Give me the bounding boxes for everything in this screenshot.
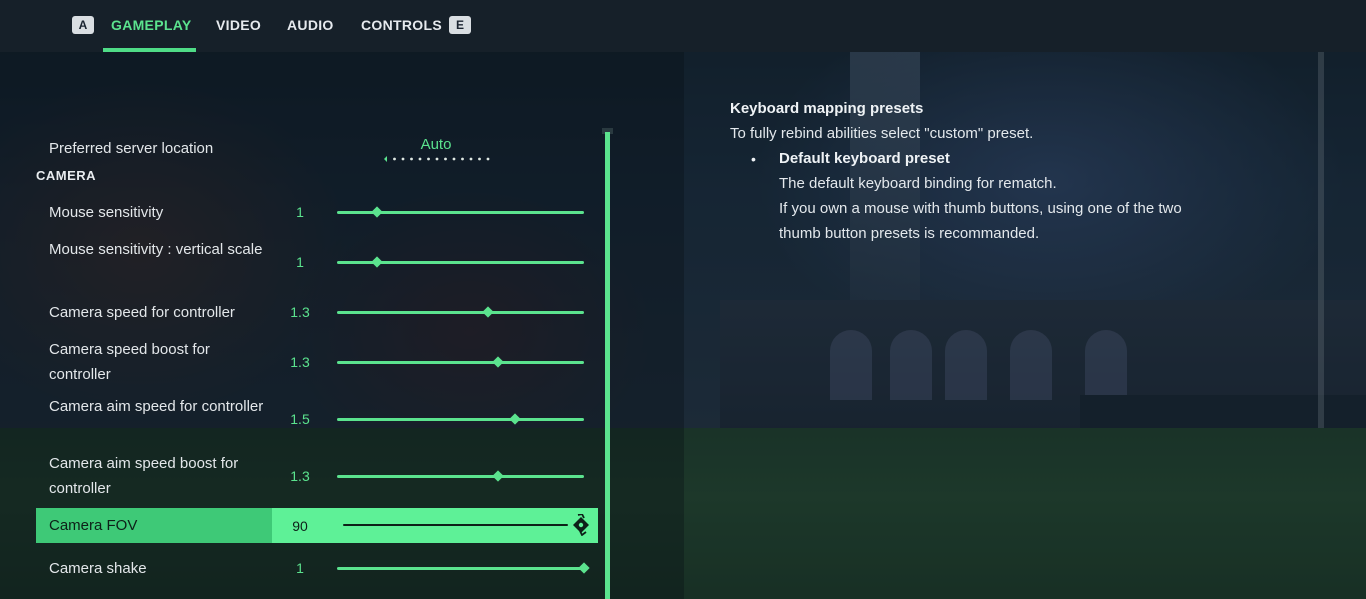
setting-label-camera-fov: Camera FOV xyxy=(49,517,138,534)
option-dot xyxy=(461,157,464,161)
option-dot xyxy=(435,157,439,161)
option-dot xyxy=(478,157,481,161)
setting-value-camera-speed-controller: 1.3 xyxy=(290,304,310,320)
description-text: To fully rebind abilities select "custom… xyxy=(730,125,1034,142)
option-dot xyxy=(427,157,430,161)
slider-grab-handle-icon[interactable] xyxy=(570,514,594,536)
slider-camera-speed-boost[interactable] xyxy=(337,361,584,364)
option-dot xyxy=(469,157,473,161)
description-title: Keyboard mapping presets xyxy=(730,100,924,117)
slider-camera-fov[interactable] xyxy=(343,524,568,526)
previous-tab-key-hint[interactable]: A xyxy=(72,16,94,34)
tab-controls[interactable]: CONTROLS xyxy=(361,17,442,33)
description-preset-line: If you own a mouse with thumb buttons, u… xyxy=(779,200,1182,217)
slider-camera-aim-speed[interactable] xyxy=(337,418,584,421)
setting-label-camera-speed-boost: Camera speed boost for controller xyxy=(49,341,210,383)
setting-value-mouse-sensitivity: 1 xyxy=(296,204,304,220)
setting-value-camera-speed-boost: 1.3 xyxy=(290,354,310,370)
server-location-value[interactable]: Auto xyxy=(400,136,472,153)
slider-camera-shake[interactable] xyxy=(337,567,584,570)
setting-label-camera-speed-controller: Camera speed for controller xyxy=(49,304,235,321)
setting-label-mouse-sensitivity: Mouse sensitivity xyxy=(49,204,164,221)
bullet-point-icon: • xyxy=(751,151,756,167)
setting-value-camera-aim-speed: 1.5 xyxy=(290,411,310,427)
section-title-camera: CAMERA xyxy=(36,168,97,183)
tab-gameplay[interactable]: GAMEPLAY xyxy=(111,17,191,33)
option-dot xyxy=(393,157,396,161)
setting-label-camera-aim-speed: Camera aim speed for controller xyxy=(49,398,264,415)
slider-camera-aim-speed-boost[interactable] xyxy=(337,475,584,478)
option-dot xyxy=(410,157,413,161)
server-location-option-dots xyxy=(384,156,490,162)
next-tab-key-hint[interactable]: E xyxy=(449,16,471,34)
setting-value-mouse-vertical-scale: 1 xyxy=(296,254,304,270)
option-dot xyxy=(486,157,490,161)
option-dot xyxy=(444,157,447,161)
description-preset-title: Default keyboard preset xyxy=(779,150,950,167)
setting-label-camera-aim-speed-boost: Camera aim speed boost for controller xyxy=(49,455,239,497)
description-preset-line: thumb button presets is recommanded. xyxy=(779,225,1040,242)
option-arrow-left-icon[interactable] xyxy=(384,156,387,162)
option-dot xyxy=(452,157,456,161)
setting-value-camera-aim-speed-boost: 1.3 xyxy=(290,468,310,484)
option-dot xyxy=(418,157,422,161)
setting-value-camera-fov: 90 xyxy=(292,518,308,534)
description-panel-overlay xyxy=(684,0,1366,599)
slider-camera-speed-controller[interactable] xyxy=(337,311,584,314)
tab-audio[interactable]: AUDIO xyxy=(287,17,334,33)
setting-label-mouse-vertical-scale: Mouse sensitivity : vertical scale xyxy=(49,241,263,258)
setting-label-server-location: Preferred server location xyxy=(49,140,214,157)
description-preset-line: The default keyboard binding for rematch… xyxy=(779,175,1057,192)
option-dot xyxy=(401,157,405,161)
settings-scrollbar[interactable] xyxy=(605,132,610,599)
setting-value-camera-shake: 1 xyxy=(296,560,304,576)
setting-label-camera-shake: Camera shake xyxy=(49,560,147,577)
tab-video[interactable]: VIDEO xyxy=(216,17,261,33)
active-tab-indicator xyxy=(103,48,196,52)
settings-tab-bar: A GAMEPLAY VIDEO AUDIO CONTROLS E xyxy=(0,0,1366,52)
